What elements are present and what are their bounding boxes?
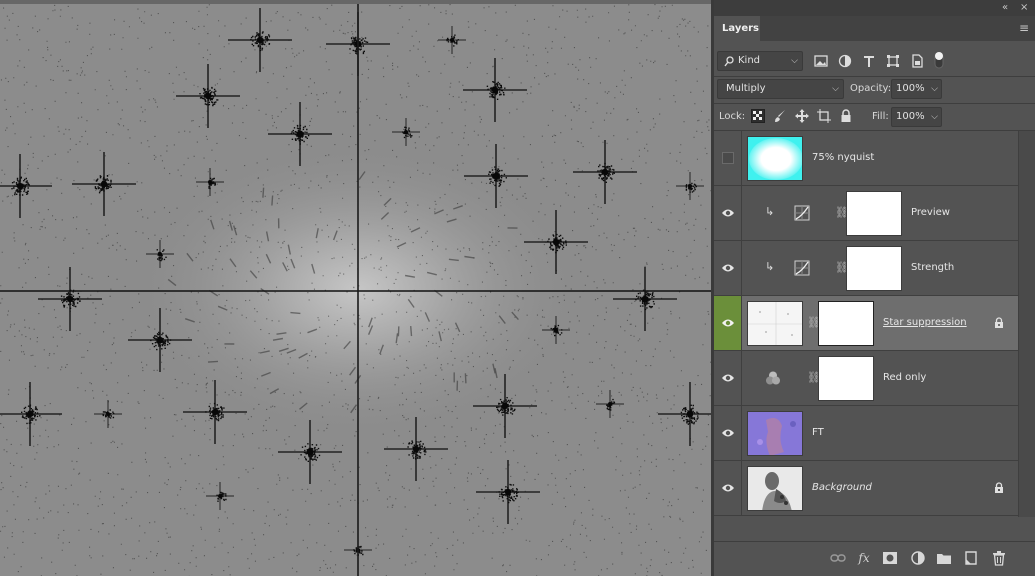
layer-thumbnail[interactable] [747,411,803,456]
layer-row-selected[interactable]: ⛓ Star suppression [714,296,1018,351]
layer-row[interactable]: ↳ ⛓ Preview [714,186,1018,241]
lock-position-icon[interactable] [795,109,809,123]
panel-tab-bar: Layers ≡ [714,16,1035,41]
new-group-icon[interactable] [936,550,952,566]
filter-toggle[interactable] [932,50,946,70]
layer-row[interactable]: Background [714,461,1018,516]
lock-icon[interactable] [994,482,1004,494]
layer-name[interactable]: 75% nyquist [812,151,874,165]
fill-value: 100% [896,111,925,122]
add-mask-icon[interactable] [882,550,898,566]
spectrum-thumbnail [748,302,802,345]
blend-mode-value: Multiply [726,83,766,94]
clipping-arrow-icon: ↳ [765,260,775,273]
chevron-down-icon: ⌵ [791,56,798,66]
layer-thumbnail[interactable] [747,301,803,346]
layer-mask-thumbnail[interactable] [846,246,902,291]
chevron-down-icon[interactable]: ⌵ [931,108,938,126]
separator [714,103,1035,104]
clipping-arrow-icon: ↳ [765,205,775,218]
layer-thumbnail[interactable] [747,466,803,511]
layer-row[interactable]: ↳ ⛓ Strength [714,241,1018,296]
smart-object-filter-icon[interactable] [910,54,924,68]
layer-name[interactable]: Strength [911,261,954,275]
visibility-cell[interactable] [714,186,742,240]
chevron-down-icon: ⌵ [832,84,839,94]
visibility-cell[interactable] [714,296,742,350]
layers-bottom-toolbar: fx [714,541,1035,576]
layer-name[interactable]: Background [812,481,872,495]
type-filter-icon[interactable] [862,54,876,68]
layer-name[interactable]: Red only [883,371,926,385]
visibility-cell[interactable] [714,351,742,405]
opacity-value: 100% [896,83,925,94]
opacity-label: Opacity: [850,83,892,94]
panel-menu-icon[interactable]: ≡ [1019,22,1029,34]
fill-field[interactable]: 100% ⌵ [891,107,942,127]
visibility-cell[interactable] [714,461,742,515]
layers-panel: « × Layers ≡ Kind ⌵ Multiply ⌵ Opacity: … [714,0,1035,576]
eye-icon[interactable] [721,207,735,219]
curves-adjustment-icon[interactable] [794,205,810,221]
lock-artboard-icon[interactable] [817,109,831,123]
visibility-cell[interactable] [714,406,742,460]
layer-mask-thumbnail-selected[interactable] [818,301,874,346]
close-panel-icon[interactable]: × [1020,2,1028,14]
link-icon[interactable]: ⛓ [835,206,849,220]
panel-header-strip: « × [714,0,1035,16]
layer-mask-thumbnail[interactable] [818,356,874,401]
image-filter-icon[interactable] [814,54,828,68]
blend-mode-dropdown[interactable]: Multiply ⌵ [717,79,844,99]
collapse-panel-icon[interactable]: « [1002,2,1008,14]
lock-label: Lock: [719,111,746,122]
portrait-thumbnail [748,467,802,510]
eye-icon[interactable] [721,317,735,329]
visibility-cell[interactable] [714,241,742,295]
shape-filter-icon[interactable] [886,54,900,68]
fx-icon[interactable]: fx [856,550,872,566]
layer-mask-thumbnail[interactable] [846,191,902,236]
new-adjustment-icon[interactable] [910,550,926,566]
link-icon[interactable]: ⛓ [807,371,821,385]
lock-icon [995,317,1003,328]
link-icon[interactable]: ⛓ [807,316,821,330]
tab-layers[interactable]: Layers [714,16,760,41]
separator [714,76,1035,77]
eye-icon[interactable] [721,482,735,494]
eye-icon[interactable] [721,372,735,384]
layer-name[interactable]: Preview [911,206,950,220]
link-layers-icon[interactable] [830,550,846,566]
search-icon [724,56,734,67]
layers-scrollbar[interactable] [1018,131,1035,517]
chevron-down-icon[interactable]: ⌵ [931,80,938,98]
curves-adjustment-icon[interactable] [794,260,810,276]
adjustment-filter-icon[interactable] [838,54,852,68]
link-icon[interactable]: ⛓ [835,261,849,275]
visibility-off-icon[interactable] [722,152,734,164]
lock-transparent-pixels-icon[interactable] [751,109,765,123]
kind-filter-dropdown[interactable]: Kind ⌵ [717,51,803,71]
fill-label: Fill: [872,111,889,122]
purple-noise-thumbnail [748,412,802,455]
layer-thumbnail[interactable] [747,136,803,181]
layer-row[interactable]: FT [714,406,1018,461]
delete-icon[interactable] [991,550,1007,566]
layers-list: 75% nyquist ↳ ⛓ Preview ↳ ⛓ Strength ⛓ S… [714,131,1018,517]
channel-mixer-icon[interactable] [765,370,781,386]
new-layer-icon[interactable] [963,550,979,566]
lock-all-icon[interactable] [839,109,853,123]
kind-filter-label: Kind [738,55,761,66]
document-canvas[interactable] [0,0,711,576]
visibility-cell[interactable] [714,131,742,185]
cyan-ellipse-thumbnail [748,137,802,180]
fourier-spectrum-image [0,4,711,576]
layer-row[interactable]: ⛓ Red only [714,351,1018,406]
eye-icon[interactable] [721,262,735,274]
layer-name[interactable]: Star suppression [883,316,967,330]
layer-name[interactable]: FT [812,426,824,440]
layer-row[interactable]: 75% nyquist [714,131,1018,186]
opacity-field[interactable]: 100% ⌵ [891,79,942,99]
eye-icon[interactable] [721,427,735,439]
lock-image-pixels-icon[interactable] [773,109,787,123]
